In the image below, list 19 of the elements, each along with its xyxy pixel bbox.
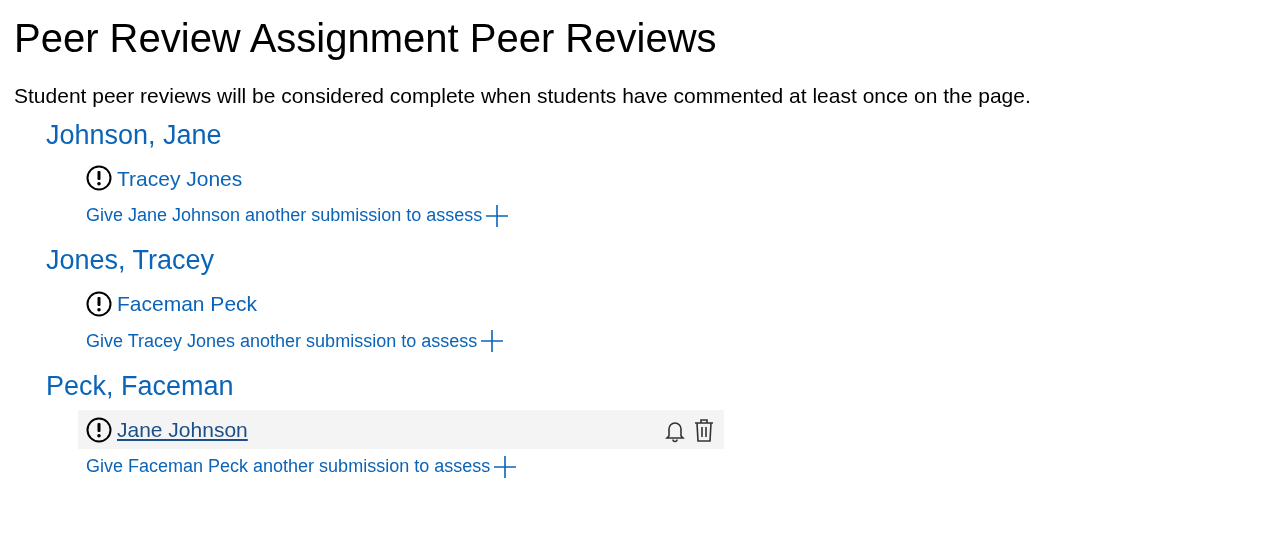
trash-icon[interactable] bbox=[692, 416, 716, 443]
reviewer-link[interactable]: Faceman Peck bbox=[117, 288, 258, 320]
reviewer-link[interactable]: Jane Johnson bbox=[117, 413, 248, 446]
plus-icon bbox=[485, 203, 510, 228]
warning-icon bbox=[86, 416, 112, 443]
warning-icon bbox=[86, 165, 112, 192]
page-title: Peer Review Assignment Peer Reviews bbox=[14, 15, 718, 62]
reviewer-link[interactable]: Tracey Jones bbox=[117, 162, 243, 195]
student-name-link[interactable]: Jones, Tracey bbox=[46, 243, 215, 279]
assign-submission-link[interactable]: Give Jane Johnson another submission to assess bbox=[86, 202, 510, 230]
assign-submission-link[interactable]: Give Tracey Jones another submission to assess bbox=[86, 327, 505, 355]
description-text: Student peer reviews will be considered complete when students have commented at least once on the page. bbox=[14, 83, 1032, 109]
warning-icon bbox=[86, 290, 112, 317]
student-name-link[interactable]: Johnson, Jane bbox=[46, 117, 222, 153]
plus-icon bbox=[480, 329, 505, 354]
plus-icon bbox=[493, 454, 518, 479]
review-row[interactable]: Jane Johnson bbox=[78, 409, 724, 450]
student-name-link[interactable]: Peck, Faceman bbox=[46, 368, 234, 404]
assign-submission-link[interactable]: Give Faceman Peck another submission to assess bbox=[86, 453, 518, 481]
